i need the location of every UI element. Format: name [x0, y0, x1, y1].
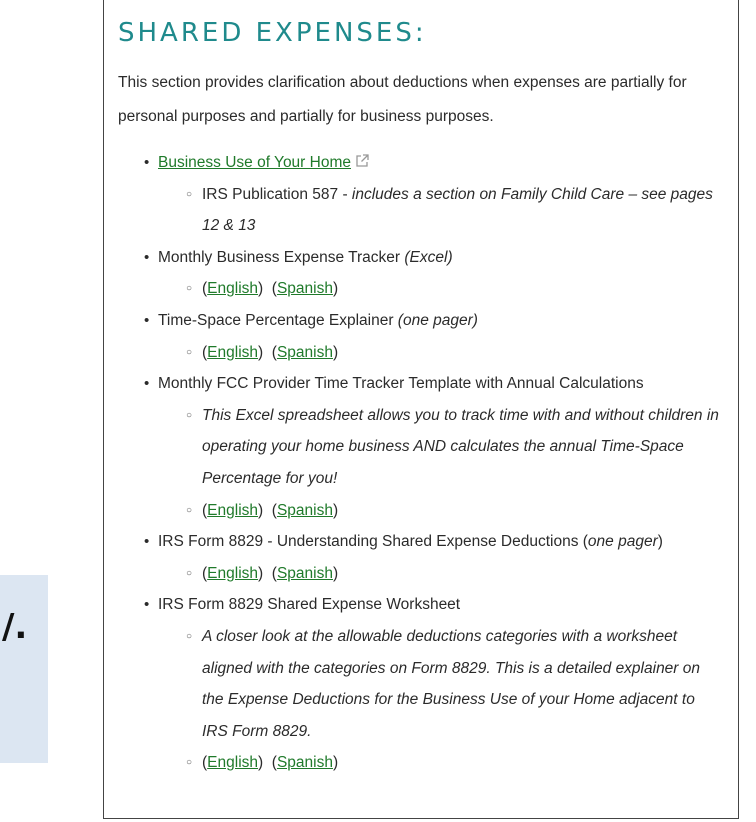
list-subitem: This Excel spreadsheet allows you to tra… — [158, 400, 724, 495]
side-callout-box: /. — [0, 575, 48, 763]
list-item: IRS Form 8829 - Understanding Shared Exp… — [144, 526, 724, 589]
language-links: (English) (Spanish) — [158, 273, 724, 305]
section-title: SHARED EXPENSES: — [118, 18, 427, 48]
list-item: Monthly FCC Provider Time Tracker Templa… — [144, 368, 724, 526]
list-item: IRS Form 8829 Shared Expense Worksheet A… — [144, 589, 724, 779]
language-links: (English) (Spanish) — [158, 495, 724, 527]
english-link[interactable]: English — [207, 344, 258, 361]
side-callout-text: /. — [2, 607, 28, 647]
item-title: Monthly FCC Provider Time Tracker Templa… — [158, 375, 644, 393]
english-link[interactable]: English — [207, 754, 258, 771]
section-intro: This section provides clarification abou… — [118, 74, 687, 125]
spanish-link[interactable]: Spanish — [277, 754, 333, 771]
list-subitem: IRS Publication 587 - includes a section… — [158, 179, 724, 242]
item-note: (one pager) — [397, 311, 478, 329]
spanish-link[interactable]: Spanish — [277, 280, 333, 297]
language-links: (English) (Spanish) — [158, 747, 724, 779]
resource-list: Business Use of Your Home IRS Publicatio… — [144, 147, 724, 779]
list-item: Monthly Business Expense Tracker (Excel)… — [144, 242, 724, 305]
item-title: Time-Space Percentage Explainer — [158, 311, 398, 329]
english-link[interactable]: English — [207, 565, 258, 582]
list-item: Business Use of Your Home IRS Publicatio… — [144, 147, 724, 242]
item-title: Monthly Business Expense Tracker — [158, 248, 405, 266]
item-description: A closer look at the allowable deduction… — [202, 627, 701, 740]
shared-expenses-panel: SHARED EXPENSES: This section provides c… — [103, 0, 739, 819]
list-subitem: A closer look at the allowable deduction… — [158, 621, 724, 747]
spanish-link[interactable]: Spanish — [277, 565, 333, 582]
spanish-link[interactable]: Spanish — [277, 502, 333, 519]
language-links: (English) (Spanish) — [158, 337, 724, 369]
item-note: (Excel) — [404, 248, 453, 266]
external-link-icon — [355, 148, 369, 167]
language-links: (English) (Spanish) — [158, 558, 724, 590]
business-use-of-home-link[interactable]: Business Use of Your Home — [158, 154, 351, 171]
item-title: IRS Form 8829 - Understanding Shared Exp… — [158, 533, 588, 551]
spanish-link[interactable]: Spanish — [277, 344, 333, 361]
item-note: one pager — [587, 533, 658, 551]
english-link[interactable]: English — [207, 502, 258, 519]
item-title: IRS Form 8829 Shared Expense Worksheet — [158, 596, 461, 614]
list-item: Time-Space Percentage Explainer (one pag… — [144, 305, 724, 368]
item-description: This Excel spreadsheet allows you to tra… — [202, 406, 719, 487]
english-link[interactable]: English — [207, 280, 258, 297]
